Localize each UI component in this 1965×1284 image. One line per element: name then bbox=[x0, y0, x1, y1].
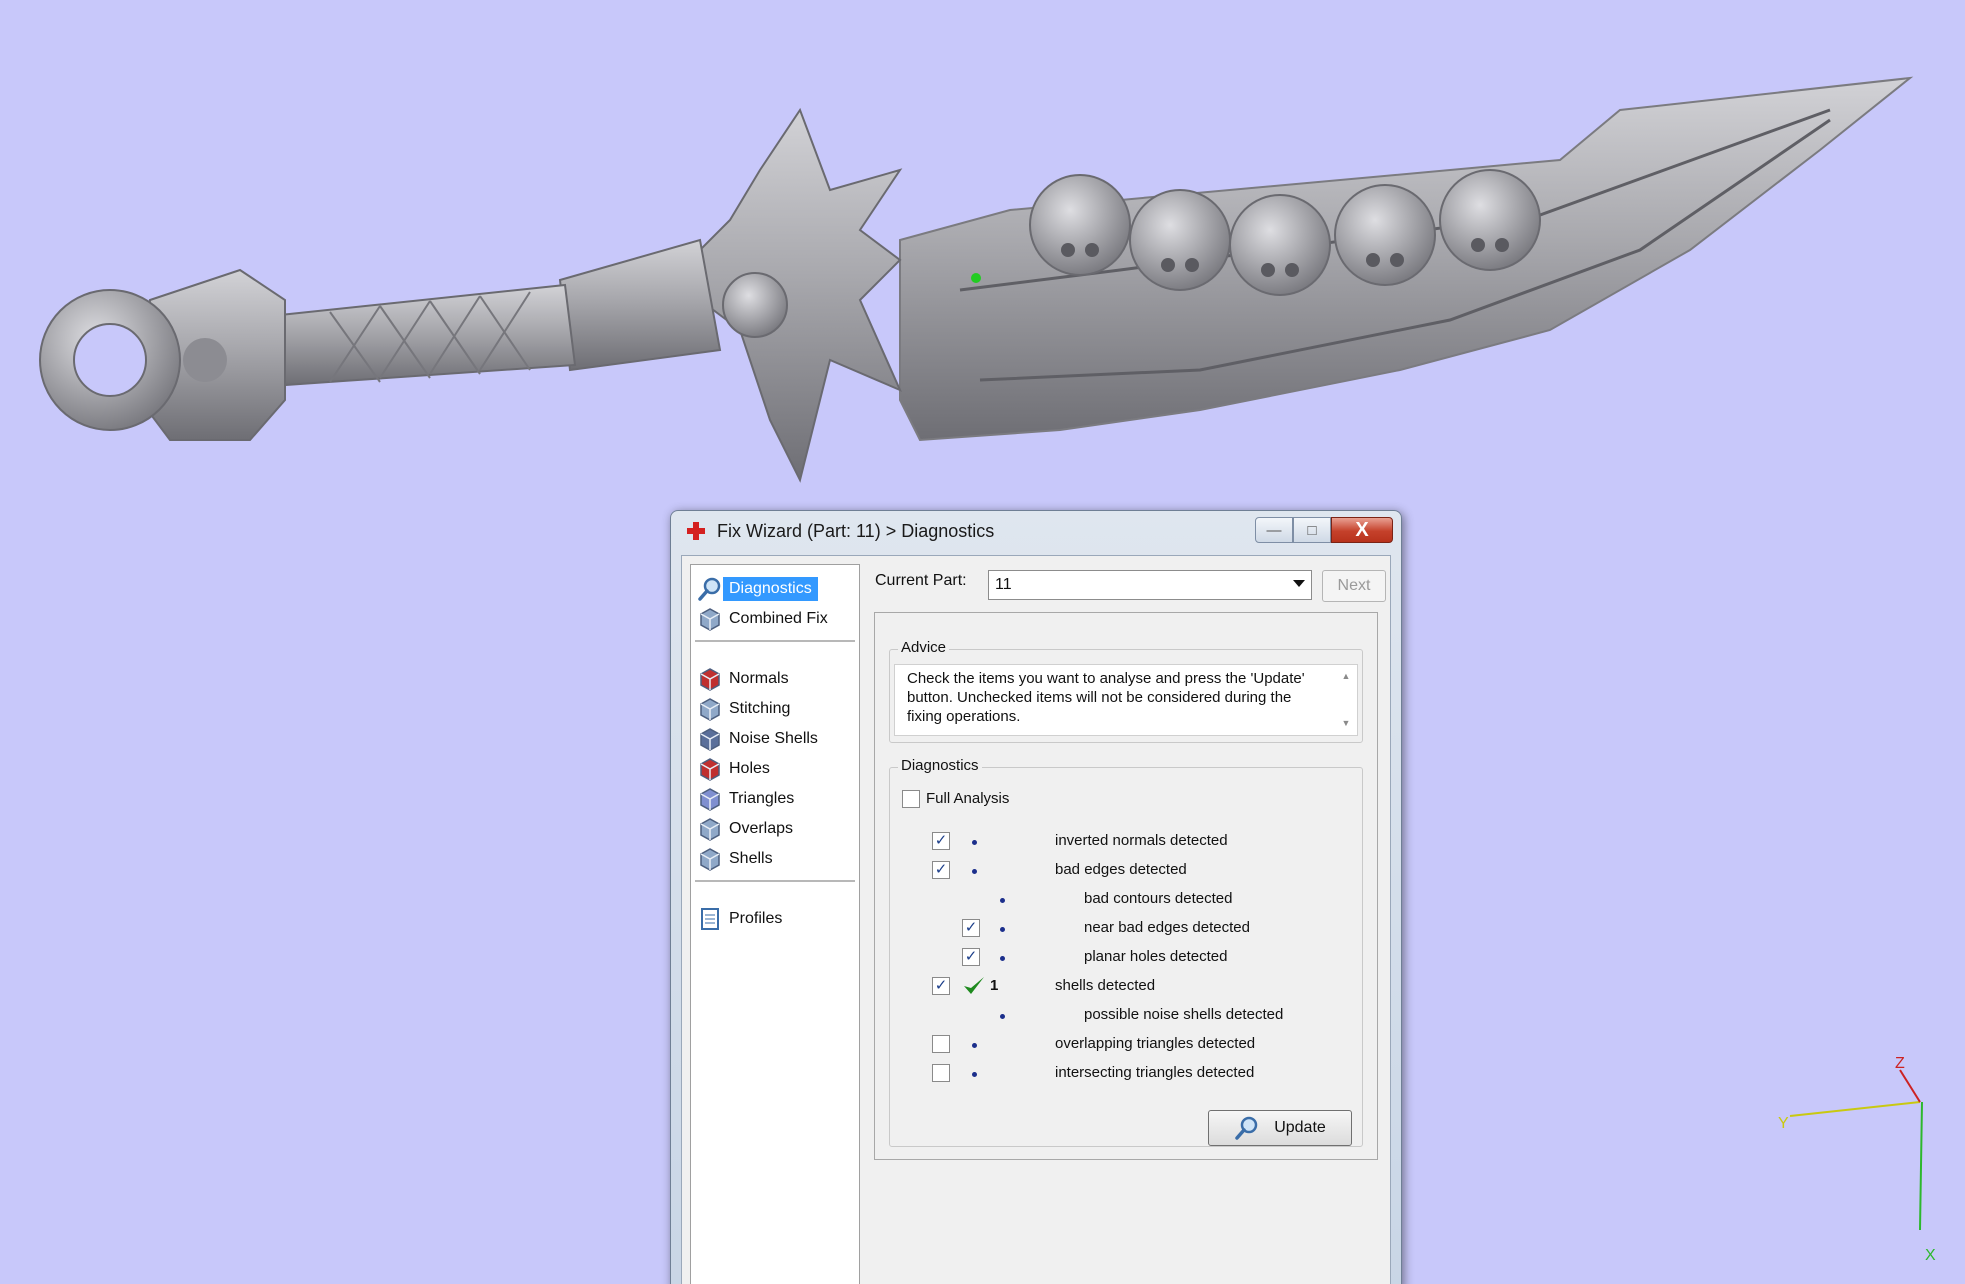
diagnostic-label: intersecting triangles detected bbox=[1055, 1064, 1255, 1081]
nav-item-profiles[interactable]: Profiles bbox=[697, 905, 788, 933]
nav-item-diagnostics[interactable]: Diagnostics bbox=[697, 575, 824, 603]
nav-item-holes[interactable]: Holes bbox=[697, 755, 776, 783]
axis-y-label: Y bbox=[1778, 1115, 1789, 1132]
nav-label: Normals bbox=[729, 670, 789, 687]
magnifier-icon bbox=[698, 577, 721, 601]
cube-triangle-icon bbox=[700, 788, 720, 811]
status-dot bbox=[972, 1072, 977, 1077]
nav-label: Holes bbox=[729, 760, 770, 777]
nav-label: Combined Fix bbox=[729, 610, 828, 627]
current-part-label: Current Part: bbox=[875, 572, 967, 589]
nav-item-noise-shells[interactable]: Noise Shells bbox=[697, 725, 824, 753]
nav-label: Profiles bbox=[729, 910, 783, 927]
diagnostic-label: shells detected bbox=[1055, 977, 1156, 994]
diagnostics-group: Diagnostics Full Analysis Update ✓ invert… bbox=[889, 757, 1363, 1147]
axis-x-label: X bbox=[1925, 1247, 1936, 1264]
diagnostic-checkbox[interactable]: ✓ bbox=[932, 832, 950, 850]
wizard-nav: Diagnostics Combined Fix Normals Stitching N… bbox=[690, 564, 860, 1284]
cube-overlap-icon bbox=[700, 818, 720, 841]
nav-label: Diagnostics bbox=[723, 577, 818, 601]
current-part-value: 11 bbox=[995, 576, 1012, 593]
close-button[interactable]: X bbox=[1331, 517, 1393, 543]
advice-scrollbar[interactable]: ▲ ▼ bbox=[1337, 667, 1355, 733]
close-icon: X bbox=[1355, 518, 1369, 541]
diagnostic-checkbox[interactable] bbox=[932, 1064, 950, 1082]
maximize-button[interactable]: □ bbox=[1293, 517, 1331, 543]
nav-item-normals[interactable]: Normals bbox=[697, 665, 795, 693]
magnifier-icon bbox=[1235, 1116, 1258, 1140]
nav-item-triangles[interactable]: Triangles bbox=[697, 785, 800, 813]
diagnostic-label: bad edges detected bbox=[1055, 861, 1187, 878]
nav-item-overlaps[interactable]: Overlaps bbox=[697, 815, 799, 843]
nav-label: Noise Shells bbox=[729, 730, 818, 747]
diagnostic-count: 1 bbox=[990, 977, 999, 994]
nav-separator bbox=[695, 880, 855, 882]
cube-shell-icon bbox=[700, 848, 720, 871]
chevron-down-icon[interactable] bbox=[1293, 580, 1305, 587]
advice-text: Check the items you want to analyse and … bbox=[894, 664, 1358, 736]
nav-item-shells[interactable]: Shells bbox=[697, 845, 779, 873]
diagnostic-label: near bad edges detected bbox=[1084, 919, 1250, 936]
minimize-button[interactable]: — bbox=[1255, 517, 1293, 543]
nav-label: Stitching bbox=[729, 700, 791, 717]
nav-label: Shells bbox=[729, 850, 773, 867]
diagnostic-label: inverted normals detected bbox=[1055, 832, 1228, 849]
minimize-icon: — bbox=[1266, 521, 1282, 539]
cube-outline-icon bbox=[700, 608, 720, 631]
checkmark-icon bbox=[964, 977, 984, 994]
diagnostic-checkbox[interactable]: ✓ bbox=[962, 919, 980, 937]
cube-hole-icon bbox=[700, 758, 720, 781]
nav-label: Overlaps bbox=[729, 820, 794, 837]
diagnostics-title: Diagnostics bbox=[898, 757, 982, 774]
diagnostic-label: bad contours detected bbox=[1084, 890, 1233, 907]
update-label: Update bbox=[1274, 1119, 1326, 1136]
dice-icon bbox=[700, 728, 720, 751]
status-dot bbox=[972, 1043, 977, 1048]
advice-group: Advice Check the items you want to analy… bbox=[889, 639, 1363, 743]
diagnostic-label: possible noise shells detected bbox=[1084, 1006, 1284, 1023]
scroll-up-icon[interactable]: ▲ bbox=[1342, 667, 1351, 686]
status-dot bbox=[1000, 927, 1005, 932]
current-part-select[interactable]: 11 bbox=[988, 570, 1312, 600]
axis-z-label: Z bbox=[1895, 1055, 1905, 1072]
nav-item-stitching[interactable]: Stitching bbox=[697, 695, 796, 723]
diagnostics-panel: Advice Check the items you want to analy… bbox=[874, 612, 1378, 1160]
maximize-icon: □ bbox=[1307, 521, 1317, 539]
full-analysis-label: Full Analysis bbox=[926, 790, 1010, 807]
status-dot bbox=[972, 869, 977, 874]
document-icon bbox=[701, 908, 719, 930]
dialog-client: Diagnostics Combined Fix Normals Stitching N… bbox=[681, 555, 1391, 1284]
red-cross-icon bbox=[687, 522, 705, 540]
nav-label: Triangles bbox=[729, 790, 795, 807]
cube-red-icon bbox=[700, 668, 720, 691]
fix-wizard-dialog[interactable]: Fix Wizard (Part: 11) > Diagnostics — □ … bbox=[670, 510, 1402, 1284]
full-analysis-checkbox[interactable] bbox=[902, 790, 920, 808]
status-dot bbox=[1000, 898, 1005, 903]
nav-item-combined-fix[interactable]: Combined Fix bbox=[697, 605, 834, 633]
cube-stitch-icon bbox=[700, 698, 720, 721]
status-dot bbox=[1000, 1014, 1005, 1019]
axis-gizmo: Z Y X bbox=[1778, 1055, 1936, 1264]
advice-text-content: Check the items you want to analyse and … bbox=[907, 670, 1305, 725]
status-dot bbox=[972, 840, 977, 845]
nav-separator bbox=[695, 640, 855, 642]
diagnostic-label: planar holes detected bbox=[1084, 948, 1228, 965]
advice-title: Advice bbox=[898, 639, 950, 656]
diagnostic-checkbox[interactable]: ✓ bbox=[932, 861, 950, 879]
diagnostic-checkbox[interactable]: ✓ bbox=[932, 977, 950, 995]
next-button[interactable]: Next bbox=[1322, 570, 1386, 602]
update-button[interactable]: Update bbox=[1208, 1110, 1352, 1146]
diagnostic-checkbox[interactable] bbox=[932, 1035, 950, 1053]
diagnostic-checkbox[interactable]: ✓ bbox=[962, 948, 980, 966]
diagnostic-label: overlapping triangles detected bbox=[1055, 1035, 1256, 1052]
scroll-down-icon[interactable]: ▼ bbox=[1342, 714, 1351, 733]
status-dot bbox=[1000, 956, 1005, 961]
